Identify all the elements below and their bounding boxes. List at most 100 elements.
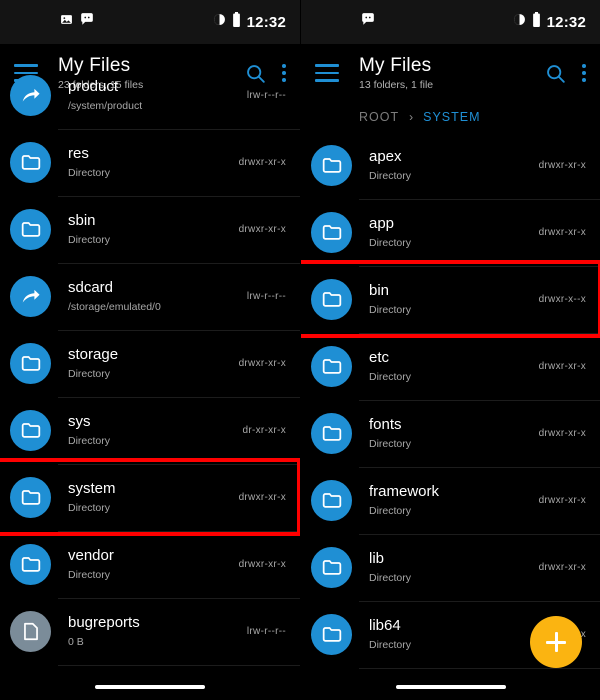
file-name: bugreports [68,614,140,631]
file-name: app [369,215,395,232]
file-item-meta: sdcard/storage/emulated/0 [68,278,239,315]
file-subtitle: Directory [369,639,412,651]
file-list-item[interactable]: fonts Directory drwxr-xr-x [301,400,600,467]
folder-icon [311,346,352,387]
file-item-meta: app Directory [369,214,531,251]
dual-screenshot-comparison: 12:32 My Files 23 folders, 15 files prod… [0,0,600,700]
file-list-item[interactable]: sys Directory dr-xr-xr-x [0,397,300,464]
file-permissions: drwxr-xr-x [538,227,586,238]
file-permissions: drwxr-xr-x [238,157,286,168]
file-name: fonts [369,416,402,433]
file-permissions: lrw-r--r-- [246,626,286,637]
folder-icon [311,547,352,588]
status-bar-left-icons [14,13,213,31]
folder-icon [10,410,51,451]
file-item-meta: sys Directory [68,412,234,449]
file-permissions: drwxr-xr-x [538,562,586,573]
file-list-item[interactable]: lib Directory drwxr-xr-x [301,534,600,601]
file-permissions: drwxr-xr-x [238,559,286,570]
file-name: sbin [68,212,96,229]
file-permissions: drwxr-xr-x [538,428,586,439]
file-subtitle: Directory [68,435,111,447]
status-bar: 12:32 [0,0,300,44]
folder-icon [311,145,352,186]
search-icon[interactable] [545,63,566,84]
file-permissions: dr-xr-xr-x [242,425,286,436]
file-item-meta: vendor Directory [68,546,231,583]
file-subtitle: Directory [68,167,111,179]
file-list-item[interactable]: storage Directory drwxr-xr-x [0,330,300,397]
file-name: framework [369,483,440,500]
file-permissions: drwxr-xr-x [238,492,286,503]
file-subtitle: 0 B [68,636,84,648]
add-button[interactable] [530,616,582,668]
file-list-item[interactable]: bugreports 0 B lrw-r--r-- [0,598,300,665]
file-subtitle: Directory [68,502,111,514]
home-gesture-pill[interactable] [95,684,205,690]
file-subtitle: Directory [369,304,412,316]
file-subtitle: Directory [369,170,412,182]
file-permissions: drwxr-xr-x [538,361,586,372]
file-name: apex [369,148,402,165]
file-list-item[interactable]: app Directory drwxr-xr-x [301,199,600,266]
file-list-item[interactable]: sdcard/storage/emulated/0 lrw-r--r-- [0,263,300,330]
file-list-item[interactable]: product/system/product lrw-r--r-- [0,62,300,129]
file-item-meta: etc Directory [369,348,531,385]
file-item-meta: sbin Directory [68,211,231,248]
folder-icon [311,614,352,655]
folder-count-subtitle: 13 folders, 1 file [359,78,434,91]
folder-icon [10,142,51,183]
file-subtitle: Directory [369,572,412,584]
system-navigation-bar [301,674,600,700]
file-list-item[interactable]: bin Directory drwxr-x--x [301,266,600,333]
file-name: vendor [68,547,114,564]
chat-bubble-icon [80,13,94,31]
file-list-item[interactable]: system Directory drwxr-xr-x [0,464,300,531]
file-subtitle: Directory [369,237,412,249]
file-list[interactable]: product/system/product lrw-r--r-- res Direc… [0,62,300,700]
file-subtitle: Directory [68,368,111,380]
file-list-item[interactable]: framework Directory drwxr-xr-x [301,467,600,534]
left-phone-screen: 12:32 My Files 23 folders, 15 files prod… [0,0,300,700]
file-subtitle: Directory [68,569,111,581]
file-name: etc [369,349,390,366]
file-subtitle: /storage/emulated/0 [68,301,161,313]
file-item-meta: bugreports 0 B [68,613,239,650]
file-permissions: drwxr-xr-x [238,224,286,235]
page-title: My Files [359,54,432,76]
more-vertical-icon[interactable] [582,63,586,83]
file-item-meta: apex Directory [369,147,531,184]
file-item-meta: fonts Directory [369,415,531,452]
system-navigation-bar [0,674,300,700]
app-bar-titles: My Files 13 folders, 1 file [359,55,545,92]
breadcrumb-item-root[interactable]: ROOT [359,110,399,124]
file-item-meta: lib64 Directory [369,616,531,653]
file-permissions: drwxr-xr-x [238,358,286,369]
status-bar-clock: 12:32 [246,13,286,31]
folder-icon [10,209,51,250]
file-list-item[interactable]: apex Directory drwxr-xr-x [301,132,600,199]
status-bar-right-icons: 12:32 [213,12,286,32]
file-permissions: lrw-r--r-- [246,90,286,101]
folder-icon [10,343,51,384]
status-bar-right-icons: 12:32 [513,12,586,32]
right-phone-screen: 12:32 My Files 13 folders, 1 file ROOT ›… [300,0,600,700]
home-gesture-pill[interactable] [395,684,506,690]
image-icon [60,13,73,31]
status-bar: 12:32 [301,0,600,44]
breadcrumb: ROOT › SYSTEM [301,102,600,132]
hamburger-icon[interactable] [315,64,339,82]
file-name: sys [68,413,91,430]
breadcrumb-item-current[interactable]: SYSTEM [423,110,480,124]
file-list-item[interactable]: sbin Directory drwxr-xr-x [0,196,300,263]
file-list-item[interactable]: etc Directory drwxr-xr-x [301,333,600,400]
file-item-meta: framework Directory [369,482,531,519]
symlink-icon [10,75,51,116]
file-list-item[interactable]: vendor Directory drwxr-xr-x [0,531,300,598]
file-permissions: lrw-r--r-- [246,291,286,302]
file-name: system [68,480,116,497]
file-list-item[interactable]: res Directory drwxr-xr-x [0,129,300,196]
file-list[interactable]: apex Directory drwxr-xr-x app Directory drwxr… [301,132,600,700]
folder-icon [311,413,352,454]
file-name: storage [68,346,119,363]
